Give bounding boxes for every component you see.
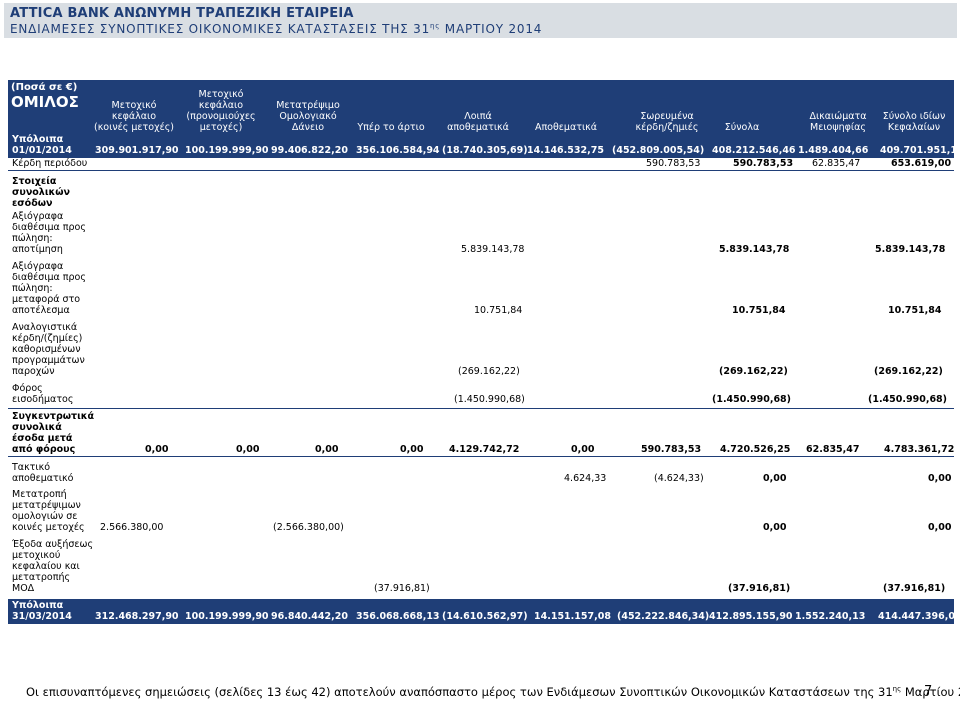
total-ci-value: 0,00 [236, 444, 260, 455]
regular-reserve-v8: 0,00 [763, 473, 787, 484]
issue-costs-v10: (37.916,81) [883, 583, 946, 594]
conversion-v8: 0,00 [763, 522, 787, 533]
bank-name: ATTICA BANK ΑΝΩΝΥΜΗ ΤΡΑΠΕΖΙΚΗ ΕΤΑΙΡΕΙΑ [10, 6, 354, 21]
actuarial-v5: (269.162,22) [458, 366, 520, 377]
issue-costs-v8: (37.916,81) [728, 583, 791, 594]
afs-transfer-v5: 10.751,84 [474, 305, 523, 316]
profit-v9: 62.835,47 [812, 158, 861, 169]
opening-value: 409.701.951,12 [880, 145, 960, 156]
report-title-end: ΜΑΡΤΙΟΥ 2014 [440, 22, 543, 36]
report-title-sup: ης [430, 22, 441, 30]
footer-text: Οι επισυναπτόμενες σημειώσεις (σελίδες 1… [26, 685, 893, 699]
regular-reserve-label: Τακτικό αποθεματικό [12, 462, 74, 484]
total-ci-value: 0,00 [400, 444, 424, 455]
profit-v7: 590.783,53 [646, 158, 701, 169]
closing-value: 312.468.297,90 [95, 611, 179, 622]
opening-value: 14.146.532,75 [527, 145, 604, 156]
closing-value: 96.840.442,20 [271, 611, 348, 622]
closing-label: Υπόλοιπα [12, 600, 64, 611]
col-header-6: Αποθεματικά [534, 122, 598, 133]
closing-value: 14.151.157,08 [534, 611, 611, 622]
conversion-v10: 0,00 [928, 522, 952, 533]
opening-value: 309.901.917,90 [95, 145, 179, 156]
tax-label: Φόρος εισοδήματος [12, 383, 74, 405]
report-title-text: ΕΝΔΙΑΜΕΣΕΣ ΣΥΝΟΠΤΙΚΕΣ ΟΙΚΟΝΟΜΙΚΕΣ ΚΑΤΑΣΤ… [10, 22, 431, 36]
closing-balance-row: Υπόλοιπα 31/03/2014 312.468.297,90 100.1… [8, 599, 960, 624]
report-banner: ATTICA BANK ΑΝΩΝΥΜΗ ΤΡΑΠΕΖΙΚΗ ΕΤΑΙΡΕΙΑ Ε… [4, 3, 957, 38]
actuarial-v10: (269.162,22) [874, 366, 943, 377]
total-ci-value: 0,00 [145, 444, 169, 455]
afs-transfer-v10: 10.751,84 [888, 305, 942, 316]
col-header-10: Σύνολο ιδίων Κεφαλαίων [882, 111, 946, 133]
conversion-label: Μετατροπή μετατρέψιμων ομολογιών σε κοινές … [12, 489, 85, 533]
opening-date: 01/01/2014 [12, 145, 72, 156]
col-header-2: Μετοχικό κεφάλαιο (προνομιούχες μετοχές) [186, 89, 256, 133]
total-ci-value: 4.129.742,72 [449, 444, 520, 455]
issue-costs-v4: (37.916,81) [374, 583, 430, 594]
total-ci-value: 4.720.526,25 [720, 444, 791, 455]
report-title: ΕΝΔΙΑΜΕΣΕΣ ΣΥΝΟΠΤΙΚΕΣ ΟΙΚΟΝΟΜΙΚΕΣ ΚΑΤΑΣΤ… [10, 22, 542, 36]
group-title: ΟΜΙΛΟΣ [11, 93, 79, 111]
footer-sup: ης [892, 685, 902, 694]
actuarial-label: Αναλογιστικά κέρδη/(ζημίες) καθορισμένων πρ… [12, 322, 85, 377]
divider [8, 456, 954, 457]
conversion-v3: (2.566.380,00) [273, 522, 344, 533]
opening-label: Υπόλοιπα [12, 134, 64, 145]
tax-v10: (1.450.990,68) [868, 394, 948, 405]
profit-v8: 590.783,53 [733, 158, 794, 169]
opening-value: 356.106.584,94 [356, 145, 440, 156]
regular-reserve-v10: 0,00 [928, 473, 952, 484]
opening-value: 1.489.404,66 [798, 145, 869, 156]
divider [8, 170, 954, 171]
opening-value: (452.809.005,54) [612, 145, 705, 156]
currency-note: (Ποσά σε €) [11, 82, 78, 93]
opening-balance-row: Υπόλοιπα 01/01/2014 309.901.917,90 100.1… [8, 134, 960, 158]
closing-value: (14.610.562,97) [442, 611, 528, 622]
tax-v8: (1.450.990,68) [712, 394, 792, 405]
afs-transfer-label: Αξιόγραφα διαθέσιμα προς πώληση: μεταφορά σ… [12, 261, 86, 316]
closing-value: 412.895.155,90 [709, 611, 793, 622]
afs-valuation-v5: 5.839.143,78 [461, 244, 525, 255]
closing-value: 100.199.999,90 [185, 611, 269, 622]
tax-v5: (1.450.990,68) [454, 394, 525, 405]
issue-costs-label: Έξοδα αυξήσεως μετοχικού κεφαλαίου και μετα… [12, 539, 94, 594]
regular-reserve-v6: 4.624,33 [564, 473, 607, 484]
total-ci-label: Συγκεντρωτικά συνολικά έσοδα μετά από φόρου… [12, 411, 95, 455]
total-ci-value: 590.783,53 [641, 444, 702, 455]
col-header-8: Σύνολα [724, 122, 760, 133]
closing-value: 414.447.396,03 [878, 611, 960, 622]
divider [8, 408, 954, 409]
total-ci-value: 4.783.361,72 [884, 444, 955, 455]
afs-valuation-v10: 5.839.143,78 [875, 244, 946, 255]
afs-valuation-label: Αξιόγραφα διαθέσιμα προς πώληση: αποτίμηση [12, 211, 86, 255]
regular-reserve-v7: (4.624,33) [654, 473, 704, 484]
profit-label: Κέρδη περιόδου [12, 158, 88, 169]
actuarial-v8: (269.162,22) [719, 366, 788, 377]
total-ci-value: 0,00 [571, 444, 595, 455]
closing-value: 356.068.668,13 [356, 611, 440, 622]
footer-note: Οι επισυναπτόμενες σημειώσεις (σελίδες 1… [26, 685, 960, 699]
afs-transfer-v8: 10.751,84 [732, 305, 786, 316]
afs-valuation-v8: 5.839.143,78 [719, 244, 790, 255]
closing-value: 1.552.240,13 [795, 611, 866, 622]
total-ci-value: 62.835,47 [806, 444, 860, 455]
opening-value: 99.406.822,20 [271, 145, 348, 156]
opening-value: 100.199.999,90 [185, 145, 269, 156]
col-header-1: Μετοχικό κεφάλαιο (κοινές μετοχές) [94, 100, 174, 133]
profit-v10: 653.619,00 [891, 158, 952, 169]
closing-value: (452.222.846,34) [617, 611, 710, 622]
opening-value: (18.740.305,69) [442, 145, 528, 156]
oci-title: Στοιχεία συνολικών εσόδων [12, 176, 71, 209]
total-ci-value: 0,00 [315, 444, 339, 455]
column-header: (Ποσά σε €) ΟΜΙΛΟΣ Μετοχικό κεφάλαιο (κοιν… [8, 80, 954, 134]
opening-value: 408.212.546,46 [712, 145, 796, 156]
closing-date: 31/03/2014 [12, 611, 72, 622]
page-number: 7 [924, 684, 933, 699]
conversion-v1: 2.566.380,00 [100, 522, 164, 533]
